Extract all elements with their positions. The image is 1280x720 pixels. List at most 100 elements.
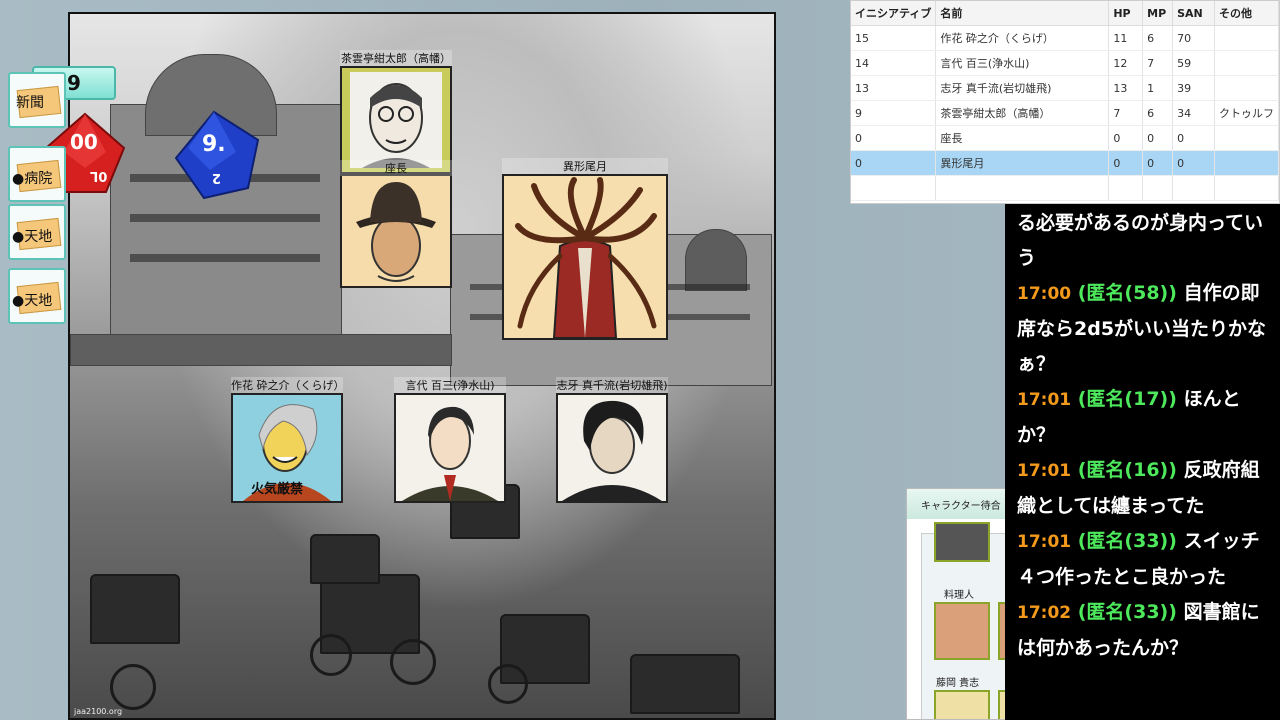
token-kotoshiro[interactable]: 言代 百三(浄水山) <box>394 377 506 503</box>
character-card[interactable] <box>934 522 990 562</box>
table-header-row: イニシアティブ 名前 HP MP SAN その他 <box>851 1 1279 26</box>
table-row[interactable]: 15 作花 砕之介（くらげ） 11 6 70 <box>851 25 1279 51</box>
cell-other <box>1214 150 1279 176</box>
cell-name: 茶雲亭紺太郎（高幡） <box>935 100 1110 126</box>
right-dome <box>685 229 747 291</box>
side-button-byoin[interactable]: ●病院 <box>8 146 66 202</box>
chat-message: 17:01 (匿名(17)) ほんとか？ <box>1017 382 1276 453</box>
chat-time: 17:02 <box>1017 603 1072 623</box>
table-row[interactable]: 9 茶雲亭紺太郎（高幡） 7 6 34 クトゥルフ <box>851 100 1279 126</box>
chat-text: る必要があるのが身内っていう <box>1017 212 1264 269</box>
chat-time: 17:00 <box>1017 284 1072 304</box>
car <box>630 654 740 714</box>
token-zacho[interactable]: 座長 <box>340 160 452 288</box>
cell-name: 言代 百三(浄水山) <box>935 50 1110 76</box>
portrait-tie-man <box>396 395 504 501</box>
chat-name: (匿名(16)) <box>1077 459 1177 481</box>
portrait-hat-man <box>342 176 450 286</box>
token-label: 座長 <box>340 160 452 176</box>
cell-hp: 0 <box>1108 125 1144 151</box>
side-button-tenchi-1[interactable]: ●天地 <box>8 204 66 260</box>
blue-die-alt: 2 <box>212 170 222 185</box>
initiative-table: イニシアティブ 名前 HP MP SAN その他 15 作花 砕之介（くらげ） … <box>850 0 1280 204</box>
table-row-empty[interactable] <box>851 175 1279 201</box>
side-button-label: 新聞 <box>16 95 44 111</box>
window-title: キャラクター待合 <box>907 489 1005 519</box>
cell-name: 作花 砕之介（くらげ） <box>935 25 1110 51</box>
chat-log: る必要があるのが身内っていう 17:00 (匿名(58)) 自作の即席なら2d5… <box>1005 204 1280 720</box>
token-sakuhana[interactable]: 作花 砕之介（くらげ） 火気厳禁 <box>231 377 345 503</box>
table-row[interactable]: 13 志牙 真千流(岩切雄飛) 13 1 39 <box>851 75 1279 101</box>
col-other[interactable]: その他 <box>1214 1 1279 26</box>
col-san[interactable]: SAN <box>1172 1 1215 26</box>
cell-initiative: 0 <box>851 150 937 176</box>
token-label: 異形尾月 <box>502 158 668 174</box>
character-waiting-window[interactable]: キャラクター待合 料理人 藤岡 貴志 <box>906 488 1006 720</box>
cell-hp: 7 <box>1108 100 1144 126</box>
cell-hp: 11 <box>1108 25 1144 51</box>
side-button-tenchi-2[interactable]: ●天地 <box>8 268 66 324</box>
cell-san: 0 <box>1172 150 1215 176</box>
cell-initiative: 15 <box>851 25 937 51</box>
chat-message: 17:02 (匿名(33)) 図書館には何かあったんか？ <box>1017 595 1276 666</box>
chat-name: (匿名(33)) <box>1077 530 1177 552</box>
chat-message: 17:01 (匿名(16)) 反政府組織としては纏まってた <box>1017 453 1276 524</box>
side-button-label: ●天地 <box>12 293 53 309</box>
chat-name: (匿名(58)) <box>1077 282 1177 304</box>
cell-name: 異形尾月 <box>935 150 1110 176</box>
token-shiga[interactable]: 志牙 真千流(岩切雄飛) <box>556 377 668 503</box>
token-kontaro[interactable]: 茶雲亭紺太郎（高幡） <box>340 50 452 174</box>
chat-time: 17:01 <box>1017 390 1072 410</box>
cell-mp: 6 <box>1142 25 1174 51</box>
token-igyo-ozuki[interactable]: 異形尾月 <box>502 158 668 340</box>
cell-san: 34 <box>1172 100 1215 126</box>
chat-name: (匿名(17)) <box>1077 388 1177 410</box>
chat-time: 17:01 <box>1017 532 1072 552</box>
cell-san: 59 <box>1172 50 1215 76</box>
cell-initiative: 14 <box>851 50 937 76</box>
token-label: 茶雲亭紺太郎（高幡） <box>340 50 452 66</box>
portrait-dark-hair-man <box>558 395 666 501</box>
cell-name: 座長 <box>935 125 1110 151</box>
col-name[interactable]: 名前 <box>935 1 1110 26</box>
side-button-label: ●天地 <box>12 229 53 245</box>
col-initiative[interactable]: イニシアティブ <box>851 1 937 26</box>
portrait-glasses-man <box>350 72 442 168</box>
cell-other <box>1214 50 1279 76</box>
red-die-value: 00 <box>70 130 98 154</box>
col-mp[interactable]: MP <box>1142 1 1174 26</box>
cell-san: 70 <box>1172 25 1215 51</box>
table-row[interactable]: 0 座長 0 0 0 <box>851 125 1279 151</box>
character-card[interactable] <box>934 690 990 719</box>
desktop-background: jaa2100.org 茶雲亭紺太郎（高幡） 座長 異形尾月 作花 砕之介（くら… <box>0 0 1280 720</box>
side-button-shinbun[interactable]: 新聞 <box>8 72 66 128</box>
map-credit: jaa2100.org <box>74 707 123 716</box>
blue-die-value: 9. <box>202 132 226 157</box>
portrait-tentacle-figure <box>504 176 666 338</box>
token-label: 作花 砕之介（くらげ） <box>231 377 345 393</box>
table-row[interactable]: 14 言代 百三(浄水山) 12 7 59 <box>851 50 1279 76</box>
token-label: 志牙 真千流(岩切雄飛) <box>556 377 668 393</box>
table-row-selected[interactable]: 0 異形尾月 0 0 0 <box>851 150 1279 176</box>
chat-message: 17:00 (匿名(58)) 自作の即席なら2d5がいい当たりかなぁ？ <box>1017 276 1276 382</box>
blue-d10-die[interactable]: 9. 2 <box>174 110 260 200</box>
chat-name: (匿名(33)) <box>1077 601 1177 623</box>
cell-initiative: 9 <box>851 100 937 126</box>
cell-initiative: 13 <box>851 75 937 101</box>
character-label: 料理人 <box>944 590 974 601</box>
cell-other: クトゥルフ <box>1214 100 1279 126</box>
cell-san: 0 <box>1172 125 1215 151</box>
chat-message: る必要があるのが身内っていう <box>1017 206 1276 276</box>
chat-time: 17:01 <box>1017 461 1072 481</box>
character-card[interactable] <box>934 602 990 660</box>
cell-mp: 0 <box>1142 150 1174 176</box>
arcade <box>70 334 452 366</box>
cell-hp: 13 <box>1108 75 1144 101</box>
character-label: 藤岡 貴志 <box>936 678 980 689</box>
cell-mp: 1 <box>1142 75 1174 101</box>
col-hp[interactable]: HP <box>1108 1 1144 26</box>
shirt-text: 火気厳禁 <box>251 482 304 497</box>
cell-mp: 7 <box>1142 50 1174 76</box>
cell-other <box>1214 25 1279 51</box>
cell-san: 39 <box>1172 75 1215 101</box>
